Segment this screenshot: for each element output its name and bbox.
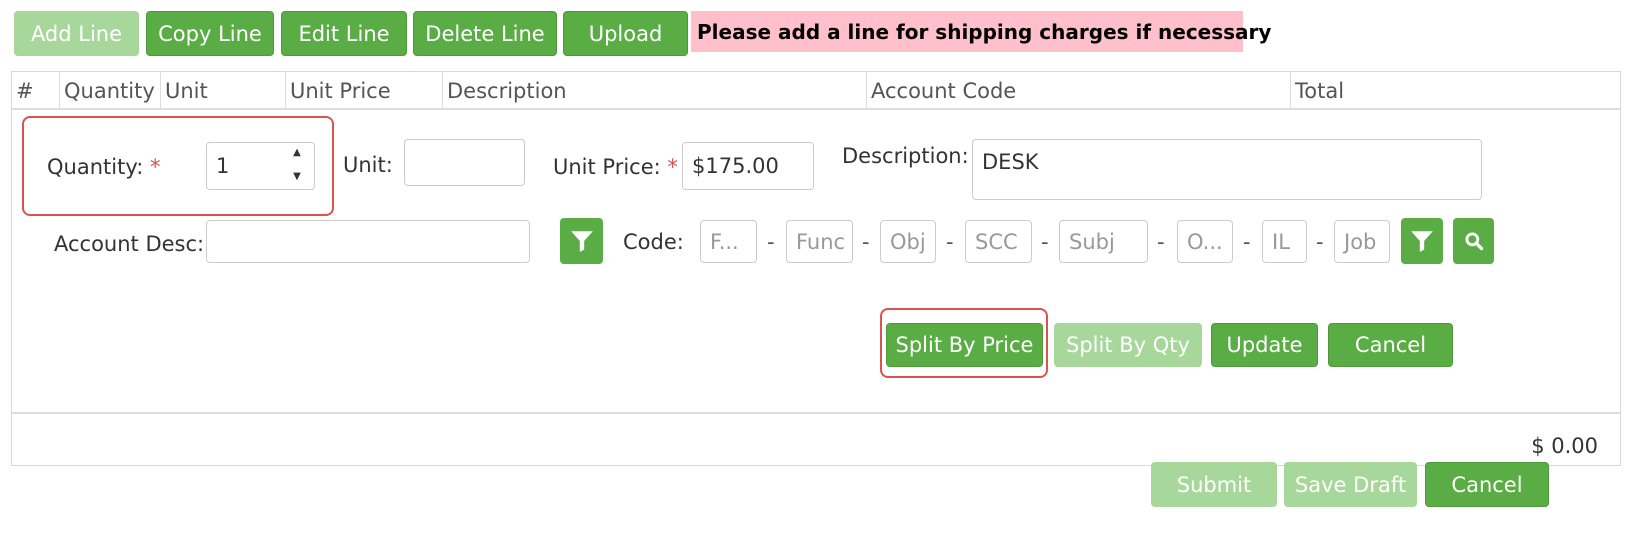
form-cancel-button[interactable]: Cancel — [1425, 462, 1549, 507]
add-line-button[interactable]: Add Line — [14, 11, 139, 56]
code-separator: - — [1316, 230, 1324, 254]
code-separator: - — [946, 230, 954, 254]
quantity-label-text: Quantity: — [47, 155, 144, 179]
account-desc-label: Account Desc: — [54, 232, 205, 256]
line-cancel-button[interactable]: Cancel — [1328, 323, 1453, 367]
column-header-unit: Unit — [160, 72, 285, 110]
filter-icon — [570, 231, 593, 252]
account-filter-button[interactable] — [560, 218, 603, 264]
code-separator: - — [1157, 230, 1165, 254]
code-search-button[interactable] — [1453, 218, 1494, 264]
grand-total-value: $ 0.00 — [1531, 434, 1598, 458]
code-separator: - — [1243, 230, 1251, 254]
quantity-label: Quantity: * — [47, 155, 160, 179]
split-by-price-button[interactable]: Split By Price — [886, 323, 1043, 367]
column-header-account-code: Account Code — [866, 72, 1290, 110]
required-marker: * — [149, 155, 161, 179]
column-header-description: Description — [442, 72, 866, 110]
copy-line-button[interactable]: Copy Line — [146, 11, 274, 56]
delete-line-button[interactable]: Delete Line — [413, 11, 557, 56]
column-header-unit-price: Unit Price — [285, 72, 442, 110]
search-icon — [1464, 232, 1483, 251]
spinner-up-icon[interactable]: ▲ — [291, 147, 303, 159]
code-separator: - — [862, 230, 870, 254]
shipping-notice: Please add a line for shipping charges i… — [691, 11, 1271, 52]
filter-icon — [1411, 231, 1433, 252]
code-separator: - — [767, 230, 775, 254]
edit-line-button[interactable]: Edit Line — [281, 11, 407, 56]
column-header-quantity: Quantity — [59, 72, 160, 110]
description-textarea[interactable]: DESK — [972, 139, 1482, 200]
column-header-number: # — [16, 79, 34, 103]
unit-input[interactable] — [404, 139, 525, 186]
code-label: Code: — [623, 230, 684, 254]
spinner-down-icon[interactable]: ▼ — [291, 171, 303, 183]
upload-button[interactable]: Upload — [563, 11, 688, 56]
unit-price-value: $175.00 — [692, 154, 779, 178]
code-org-input[interactable]: O... — [1177, 220, 1233, 263]
quantity-value: 1 — [216, 154, 230, 178]
description-label: Description: — [842, 144, 969, 168]
code-il-input[interactable]: IL — [1262, 220, 1307, 263]
account-desc-input[interactable] — [206, 220, 530, 263]
update-button[interactable]: Update — [1211, 323, 1318, 367]
code-obj-input[interactable]: Obj — [880, 220, 936, 263]
code-func-input[interactable]: Func — [786, 220, 853, 263]
column-header-total: Total — [1290, 72, 1620, 110]
code-fund-input[interactable]: F... — [700, 220, 757, 263]
unit-price-label: Unit Price: * — [553, 155, 678, 179]
split-by-qty-button[interactable]: Split By Qty — [1054, 323, 1202, 367]
code-separator: - — [1041, 230, 1049, 254]
code-filter-button[interactable] — [1401, 218, 1443, 264]
code-scc-input[interactable]: SCC — [965, 220, 1032, 263]
unit-price-input[interactable]: $175.00 — [682, 142, 814, 190]
description-value: DESK — [982, 150, 1039, 174]
unit-label: Unit: — [343, 153, 393, 177]
submit-button[interactable]: Submit — [1151, 462, 1277, 507]
code-job-input[interactable]: Job — [1334, 220, 1390, 263]
save-draft-button[interactable]: Save Draft — [1284, 462, 1417, 507]
code-subj-input[interactable]: Subj — [1059, 220, 1148, 263]
unit-price-label-text: Unit Price: — [553, 155, 661, 179]
grand-total-row — [12, 412, 1620, 464]
required-marker: * — [667, 155, 678, 179]
